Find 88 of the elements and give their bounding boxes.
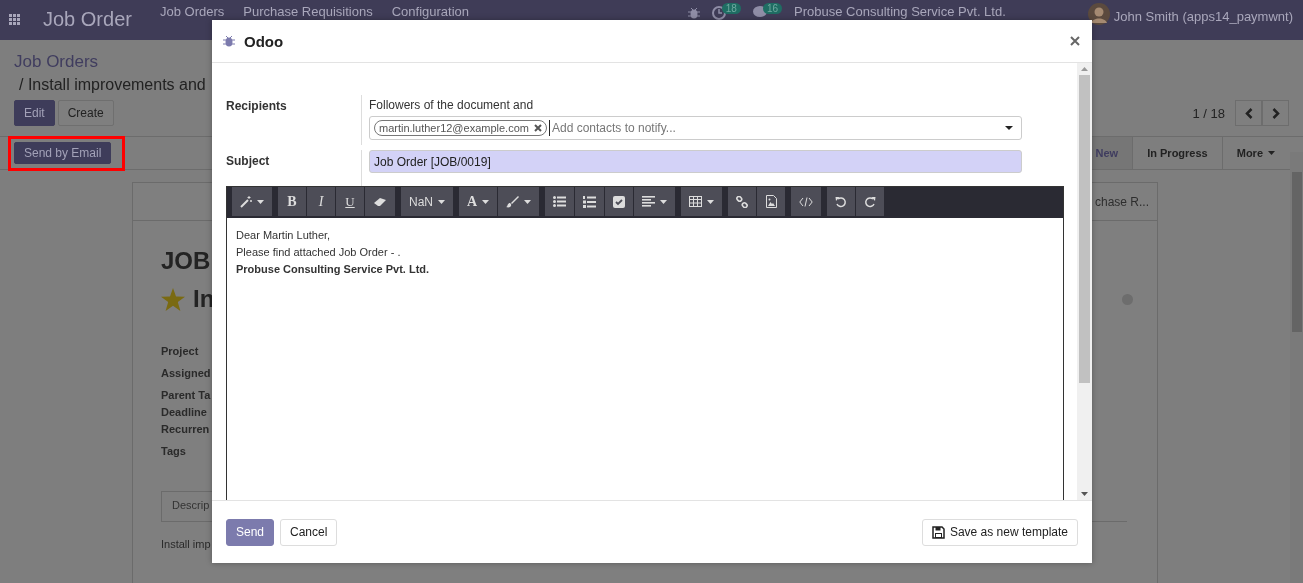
toolbar-text-button[interactable]: I (307, 187, 335, 216)
toolbar-button[interactable] (232, 187, 272, 216)
followers-text: Followers of the document and (369, 98, 534, 112)
eraser-icon (373, 196, 387, 207)
dialog-scrollbar[interactable] (1077, 63, 1092, 500)
message-editor[interactable]: Dear Martin Luther, Please find attached Job Order - . Probuse Consulting Service Pvt. Ltd. (227, 218, 1063, 500)
field-label: Tags (161, 444, 186, 459)
record-title: / Install improvements and (19, 76, 206, 94)
caret-icon (1268, 151, 1275, 155)
toolbar-text-button[interactable]: NaN (401, 187, 453, 216)
toolbar-button[interactable] (856, 187, 885, 216)
toolbar-button[interactable] (827, 187, 856, 216)
chevron-right-icon (1271, 107, 1280, 119)
field-label: Assigned (161, 366, 211, 381)
message-count-badge: 16 (762, 3, 783, 14)
toolbar-text-button[interactable]: B (278, 187, 306, 216)
star-icon[interactable] (161, 287, 185, 311)
smart-button[interactable]: chase R... (1094, 194, 1149, 209)
save-template-button[interactable]: Save as new template (921, 518, 1078, 546)
toolbar-button[interactable] (365, 187, 395, 216)
menu-item[interactable]: Configuration (391, 4, 469, 19)
stage-button[interactable]: In Progress (1132, 137, 1222, 169)
close-icon[interactable] (1070, 36, 1080, 46)
tag-label: martin.luther12@example.com (379, 122, 529, 134)
avatar-icon[interactable] (1087, 3, 1110, 25)
scroll-down-icon[interactable] (1081, 492, 1088, 496)
stage-button[interactable]: More (1221, 137, 1289, 169)
message-line: Please find attached Job Order - . (236, 246, 401, 259)
create-button[interactable]: Create (57, 100, 114, 126)
toolbar-button[interactable] (634, 187, 676, 216)
toolbar-text-button[interactable]: U (336, 187, 364, 216)
edit-button[interactable]: Edit (14, 100, 55, 126)
bullet-list-icon (553, 196, 567, 207)
brush-icon (506, 195, 520, 208)
message-line: Probuse Consulting Service Pvt. Ltd. (236, 263, 430, 276)
bug-icon (223, 35, 235, 47)
numbered-list-icon (583, 195, 597, 208)
send-by-email-button[interactable]: Send by Email (14, 141, 112, 164)
toolbar-button[interactable] (681, 187, 723, 216)
send-button[interactable]: Send (226, 518, 275, 546)
field-label: Recipients (226, 98, 288, 115)
user-menu[interactable]: John Smith (apps14_paymwnt) (1113, 9, 1293, 24)
menu-item[interactable]: Purchase Requisitions (243, 4, 373, 19)
field-label: Recurren (161, 422, 210, 437)
toolbar-button[interactable] (791, 187, 822, 216)
field-label: Deadline (161, 405, 207, 420)
toolbar-button[interactable] (728, 187, 757, 216)
job-reference: JOB (161, 247, 211, 275)
cancel-button[interactable]: Cancel (280, 518, 338, 546)
description-text: Install imp (161, 538, 211, 550)
align-left-icon (642, 196, 656, 207)
activity-count-badge: 18 (721, 3, 741, 14)
undo-icon (835, 195, 848, 208)
table-icon (689, 196, 703, 207)
toolbar-text-button[interactable]: A (459, 187, 498, 216)
field-label: Project (161, 344, 199, 359)
menu-item[interactable]: Job Orders (160, 4, 225, 19)
magic-wand-icon (240, 195, 252, 208)
bug-icon[interactable] (687, 7, 700, 19)
company-switcher[interactable]: Probuse Consulting Service Pvt. Ltd. (794, 4, 1006, 19)
subject-field[interactable]: Job Order [JOB/0019] (369, 150, 1022, 173)
recipients-field[interactable]: martin.luther12@example.com Add contacts to notify... (369, 116, 1022, 140)
toolbar-button[interactable] (498, 187, 540, 216)
dropdown-caret-icon[interactable] (1005, 126, 1013, 130)
dialog-title: Odoo (244, 32, 284, 50)
field-label: Parent Ta (161, 388, 211, 403)
chat-icon[interactable] (752, 6, 767, 18)
field-label: Subject (226, 153, 271, 170)
link-icon (736, 195, 749, 208)
next-button[interactable] (1262, 100, 1289, 126)
toolbar-button[interactable] (545, 187, 575, 216)
remove-icon[interactable] (533, 124, 542, 132)
redo-icon (864, 195, 877, 208)
message-line: Dear Martin Luther, (236, 229, 331, 242)
toolbar-button[interactable] (605, 187, 634, 216)
checkbox-icon (613, 195, 626, 208)
code-icon (799, 196, 814, 207)
chevron-left-icon (1244, 107, 1253, 119)
clock-icon[interactable] (711, 6, 726, 20)
pager-counter: 1 / 18 (1192, 105, 1225, 121)
app-name: Job Order (43, 8, 133, 31)
breadcrumb-link[interactable]: Job Orders (14, 52, 99, 72)
apps-grid-icon[interactable] (9, 14, 20, 25)
previous-button[interactable] (1235, 100, 1262, 126)
toolbar-button[interactable] (575, 187, 605, 216)
page-scrollbar[interactable] (1290, 152, 1303, 583)
toolbar-button[interactable] (757, 187, 786, 216)
image-icon (765, 195, 777, 208)
